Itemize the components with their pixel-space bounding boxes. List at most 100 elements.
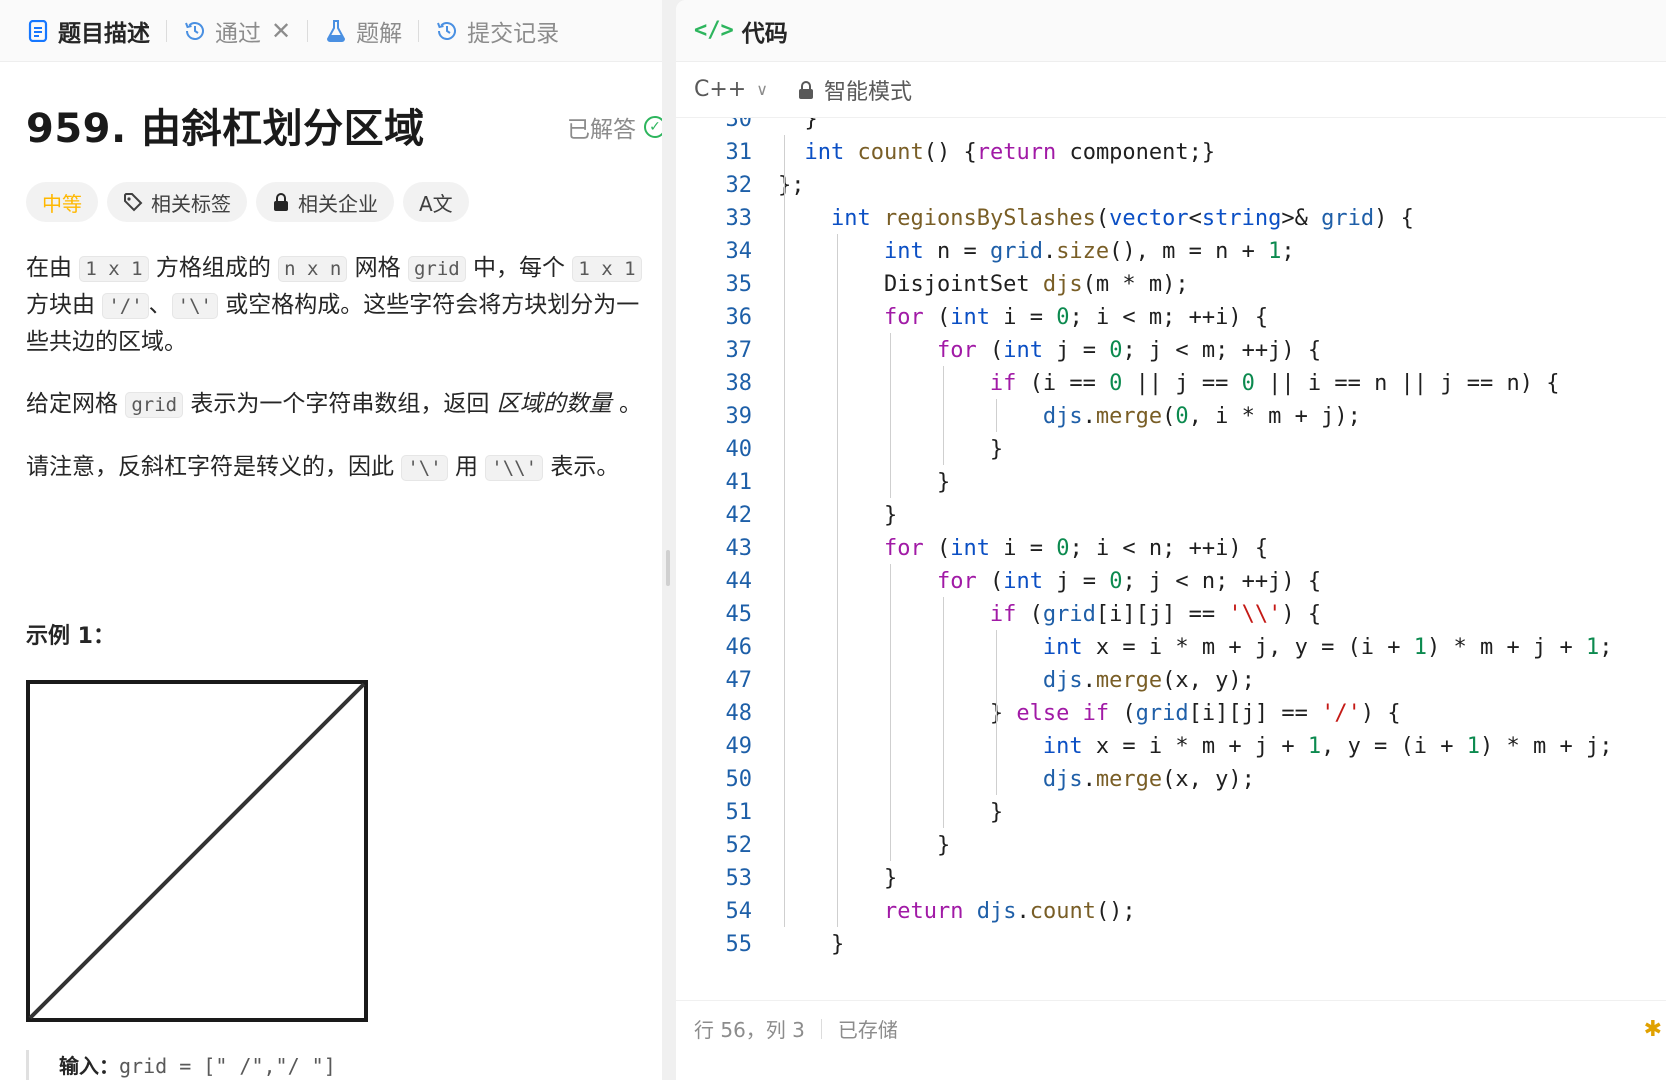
check-circle-icon: ✓: [644, 116, 662, 138]
lock-icon: [798, 80, 814, 100]
problem-description: 在由 1 x 1 方格组成的 n x n 网格 grid 中，每个 1 x 1 …: [26, 250, 656, 512]
translate-button[interactable]: A文: [403, 182, 469, 222]
code-line[interactable]: 32};: [676, 168, 1666, 203]
line-number: 42: [725, 503, 753, 528]
code-line[interactable]: 45 if (grid[i][j] == '\\') {: [676, 597, 1666, 632]
description-paragraph-2: 给定网格 grid 表示为一个字符串数组，返回 区域的数量 。: [26, 391, 643, 418]
code-line[interactable]: 38 if (i == 0 || j == 0 || i == n || j =…: [676, 366, 1666, 401]
chevron-down-icon: ∨: [756, 80, 768, 99]
line-number: 51: [725, 800, 753, 825]
history-icon: [435, 19, 459, 43]
line-number: 49: [725, 734, 753, 759]
code-line[interactable]: 33 int regionsBySlashes(vector<string>& …: [676, 201, 1666, 236]
line-number: 44: [725, 569, 753, 594]
code-line[interactable]: 41 }: [676, 465, 1666, 500]
code-text: for (int i = 0; i < m; ++i) {: [883, 305, 1269, 330]
tab-description[interactable]: 题目描述: [20, 0, 156, 62]
code-text: int count() {return component;}: [804, 140, 1216, 165]
inline-code: 1 x 1: [572, 256, 642, 282]
tab-passed[interactable]: 通过 ✕: [177, 0, 297, 62]
code-line[interactable]: 37 for (int j = 0; j < m; ++j) {: [676, 333, 1666, 368]
left-tab-bar: 题目描述 通过 ✕ 题解 提交记录: [0, 0, 662, 62]
tab-submissions[interactable]: 提交记录: [429, 0, 565, 62]
indent-guide: [943, 366, 944, 465]
editor-toolbar: C++ ∨ 智能模式: [676, 62, 1666, 118]
inline-code: '\\': [485, 455, 544, 481]
code-line[interactable]: 55 }: [676, 927, 1666, 962]
code-line[interactable]: 34 int n = grid.size(), m = n + 1;: [676, 234, 1666, 269]
code-line[interactable]: 50 djs.merge(x, y);: [676, 762, 1666, 797]
language-label: C++: [694, 77, 747, 102]
tab-solutions-label: 题解: [356, 20, 403, 47]
code-text: int n = grid.size(), m = n + 1;: [883, 239, 1295, 264]
code-line[interactable]: 40 }: [676, 432, 1666, 467]
indent-guide: [996, 630, 997, 795]
line-number: 36: [725, 305, 753, 330]
code-editor[interactable]: 30 } 31 int count() {return component;} 32…: [676, 118, 1666, 986]
line-number: 34: [725, 239, 753, 264]
code-text: if (i == 0 || j == 0 || i == n || j == n…: [989, 371, 1560, 396]
line-number: 33: [725, 206, 753, 231]
code-panel: </> 代码 C++ ∨ 智能模式 30 } 31 int count() {re…: [676, 0, 1666, 1080]
related-topics-button[interactable]: 相关标签: [107, 182, 247, 222]
assistant-icon[interactable]: ✱: [1644, 1017, 1662, 1042]
flask-icon: [324, 19, 348, 43]
tag-icon: [123, 192, 143, 212]
description-paragraph-3: 请注意，反斜杠字符是转义的，因此 '\' 用 '\\' 表示。: [26, 454, 620, 481]
line-number: 39: [725, 404, 753, 429]
solved-label: 已解答: [567, 117, 636, 143]
code-panel-header: </> 代码: [676, 0, 1666, 62]
code-line[interactable]: 47 djs.merge(x, y);: [676, 663, 1666, 698]
indent-guide: [890, 564, 891, 861]
description-paragraph-1: 在由 1 x 1 方格组成的 n x n 网格 grid 中，每个 1 x 1 …: [26, 250, 656, 360]
line-number: 55: [725, 932, 753, 957]
code-text: }: [778, 932, 845, 957]
code-line[interactable]: 42 }: [676, 498, 1666, 533]
line-number: 52: [725, 833, 753, 858]
translate-icon: A文: [419, 191, 453, 216]
code-line[interactable]: 49 int x = i * m + j + 1, y = (i + 1) * …: [676, 729, 1666, 764]
resize-grip[interactable]: [666, 550, 670, 586]
code-text: int x = i * m + j + 1, y = (i + 1) * m +…: [1042, 734, 1613, 759]
line-number: 54: [725, 899, 753, 924]
cursor-position: 行 56，列 3: [694, 1018, 805, 1042]
example-input: 输入：grid = [" /","/ "]: [26, 1050, 336, 1080]
code-line[interactable]: 51 }: [676, 795, 1666, 830]
line-number: 38: [725, 371, 753, 396]
tab-solutions[interactable]: 题解: [318, 0, 408, 62]
code-text: djs.merge(x, y);: [1042, 767, 1255, 792]
code-line[interactable]: 35 DisjointSet djs(m * m);: [676, 267, 1666, 302]
code-line[interactable]: 46 int x = i * m + j, y = (i + 1) * m + …: [676, 630, 1666, 665]
problem-tags: 中等 相关标签 相关企业 A文: [26, 182, 478, 222]
code-line[interactable]: 39 djs.merge(0, i * m + j);: [676, 399, 1666, 434]
problem-panel: 题目描述 通过 ✕ 题解 提交记录 959. 由斜杠划分区域 已解答 ✓ 中等 …: [0, 0, 662, 1080]
code-line[interactable]: 48 } else if (grid[i][j] == '/') {: [676, 696, 1666, 731]
example-input-label: 输入：: [59, 1054, 119, 1078]
code-line[interactable]: 54 return djs.count();: [676, 894, 1666, 929]
smart-mode-toggle[interactable]: 智能模式: [798, 74, 912, 106]
indent-guide: [837, 234, 838, 927]
related-companies-button[interactable]: 相关企业: [256, 182, 394, 222]
example-grid-image: [26, 680, 368, 1022]
line-number: 37: [725, 338, 753, 363]
code-text: djs.merge(x, y);: [1042, 668, 1255, 693]
tab-passed-label: 通过: [215, 20, 261, 47]
code-line[interactable]: 44 for (int j = 0; j < n; ++j) {: [676, 564, 1666, 599]
solved-status: 已解答 ✓: [567, 110, 662, 144]
code-text: for (int j = 0; j < n; ++j) {: [936, 569, 1322, 594]
example-input-value: grid = [" /","/ "]: [119, 1054, 336, 1078]
code-text: for (int j = 0; j < m; ++j) {: [936, 338, 1322, 363]
panel-resize-handle[interactable]: [662, 0, 674, 1080]
code-panel-title: 代码: [741, 20, 788, 47]
code-text: if (grid[i][j] == '\\') {: [989, 602, 1322, 627]
code-text: }: [778, 470, 951, 495]
code-line[interactable]: 36 for (int i = 0; i < m; ++i) {: [676, 300, 1666, 335]
close-icon[interactable]: ✕: [271, 17, 291, 45]
code-line[interactable]: 43 for (int i = 0; i < n; ++i) {: [676, 531, 1666, 566]
language-select[interactable]: C++ ∨: [694, 77, 768, 102]
code-line[interactable]: 52 }: [676, 828, 1666, 863]
code-line[interactable]: 31 int count() {return component;}: [676, 135, 1666, 170]
code-line[interactable]: 53 }: [676, 861, 1666, 896]
related-topics-label: 相关标签: [151, 191, 231, 216]
code-icon: </>: [694, 18, 734, 43]
